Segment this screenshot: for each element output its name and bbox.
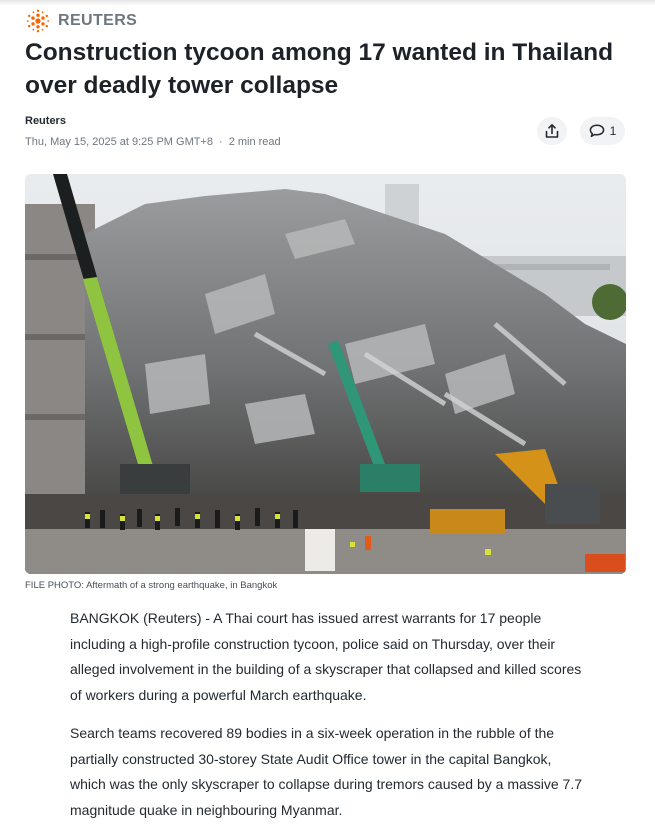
- reuters-brand-link[interactable]: REUTERS: [25, 9, 137, 33]
- publish-timestamp: Thu, May 15, 2025 at 9:25 PM GMT+8: [25, 136, 214, 148]
- article-paragraph: BANGKOK (Reuters) - A Thai court has iss…: [70, 610, 582, 703]
- share-icon: [545, 124, 559, 138]
- article-headline: Construction tycoon among 17 wanted in T…: [25, 39, 614, 99]
- collapsed-tower-photo: [25, 174, 626, 574]
- comment-icon: [589, 124, 605, 138]
- article-body: BANGKOK (Reuters) - A Thai court has iss…: [70, 606, 590, 836]
- share-button[interactable]: [537, 117, 567, 145]
- article-photo[interactable]: [25, 174, 626, 574]
- read-time: 2 min read: [228, 136, 281, 148]
- brand-name: REUTERS: [58, 12, 138, 29]
- author-name[interactable]: Reuters: [25, 115, 66, 127]
- image-caption: FILE PHOTO: Aftermath of a strong earthq…: [25, 580, 278, 591]
- article-meta: Thu, May 15, 2025 at 9:25 PM GMT+8 · 2 m…: [25, 136, 281, 148]
- comments-button[interactable]: 1: [580, 117, 625, 145]
- top-shadow: [0, 0, 655, 6]
- comment-count: 1: [609, 124, 617, 138]
- article-paragraph: Search teams recovered 89 bodies in a si…: [70, 725, 583, 818]
- meta-separator: ·: [219, 136, 223, 148]
- reuters-logo-icon: [26, 9, 50, 33]
